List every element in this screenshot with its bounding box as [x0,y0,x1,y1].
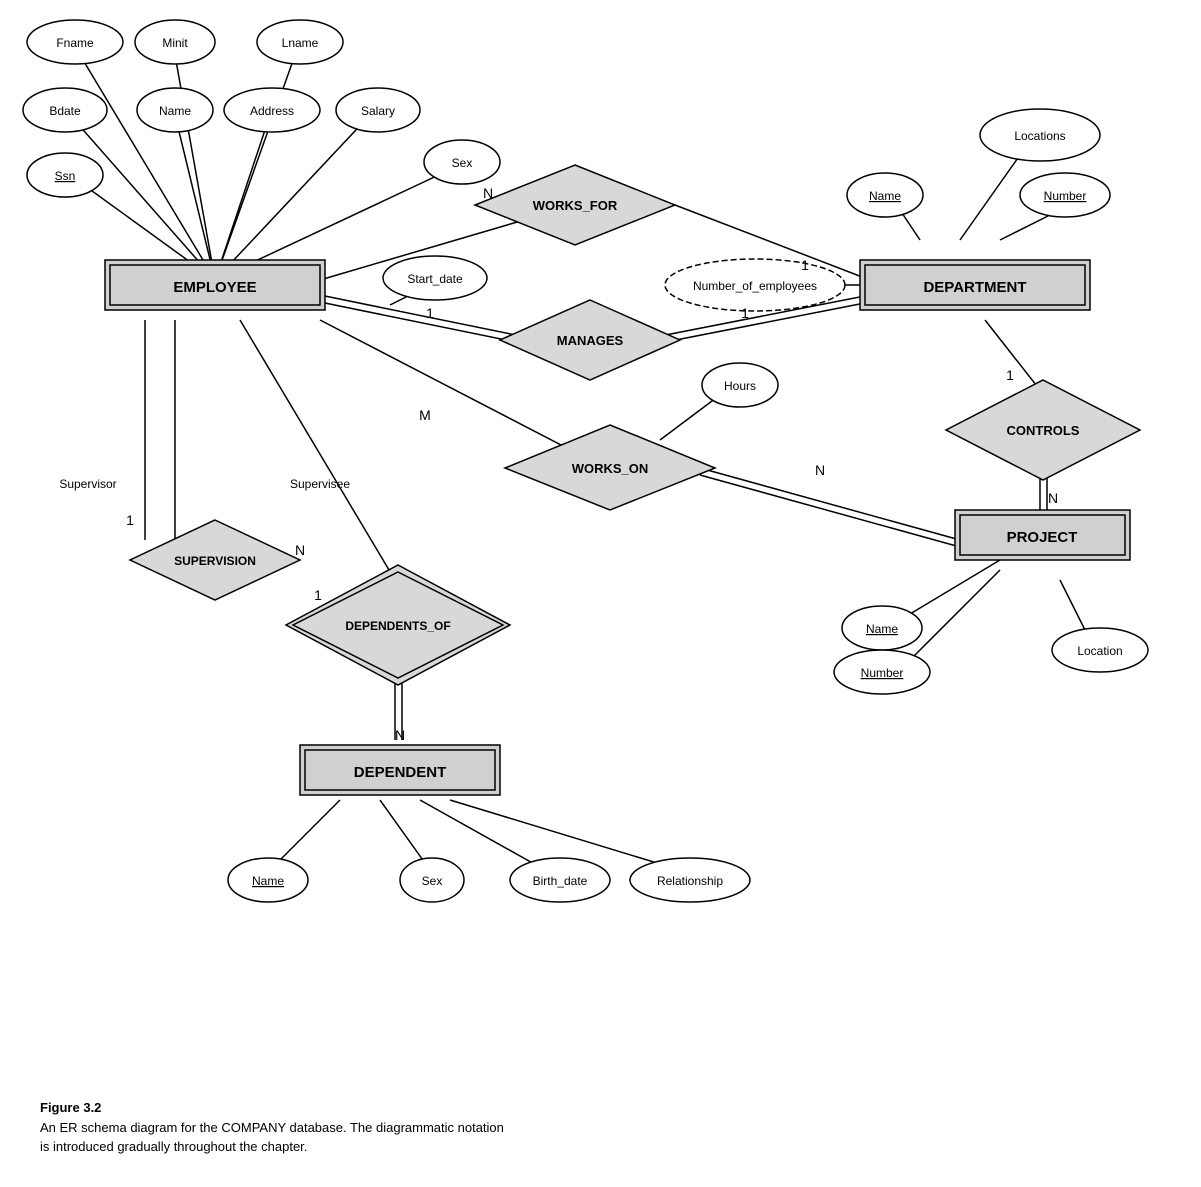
department-label: DEPARTMENT [923,279,1026,296]
cardinality-1-supervision-sup: 1 [126,512,134,528]
dep-sex-attr: Sex [422,874,443,888]
cardinality-1-controls-dept: 1 [1006,367,1014,383]
dependent-label: DEPENDENT [354,764,447,781]
er-diagram-svg: EMPLOYEE DEPARTMENT PROJECT DEPENDENT WO… [0,0,1201,1100]
birth-date-attr: Birth_date [533,874,588,888]
relationship-attr: Relationship [657,874,723,888]
proj-number-attr: Number [861,666,904,680]
minit-attr: Minit [162,36,188,50]
employee-label: EMPLOYEE [173,279,256,296]
figure-caption: Figure 3.2 An ER schema diagram for the … [20,1090,1201,1177]
bdate-attr: Bdate [49,104,81,118]
supervision-label: SUPERVISION [174,554,256,568]
dept-number-attr: Number [1044,189,1087,203]
caption-line2: is introduced gradually throughout the c… [40,1137,1201,1157]
dep-name-attr: Name [252,874,284,888]
cardinality-n-dependents: N [395,727,405,743]
supervisor-label: Supervisor [59,477,116,491]
caption-line1: An ER schema diagram for the COMPANY dat… [40,1118,1201,1138]
manages-label: MANAGES [557,333,624,348]
cardinality-n-controls-proj: N [1048,490,1058,506]
figure-title: Figure 3.2 [40,1098,1201,1118]
controls-label: CONTROLS [1007,423,1080,438]
location-attr: Location [1077,644,1122,658]
name-emp-attr: Name [159,104,191,118]
lname-attr: Lname [282,36,319,50]
cardinality-1-works-for-dept: 1 [801,257,809,273]
hours-attr: Hours [724,379,756,393]
sex-emp-attr: Sex [452,156,473,170]
works-on-label: WORKS_ON [572,461,649,476]
fname-attr: Fname [56,36,94,50]
cardinality-m-works-on-emp: M [419,407,431,423]
salary-attr: Salary [361,104,395,118]
cardinality-1-manages-dept: 1 [741,305,749,321]
er-diagram-container: EMPLOYEE DEPARTMENT PROJECT DEPENDENT WO… [0,0,1201,1100]
proj-name-attr: Name [866,622,898,636]
address-attr: Address [250,104,294,118]
num-employees-attr: Number_of_employees [693,279,817,293]
cardinality-n-works-on-proj: N [815,462,825,478]
cardinality-1-dependents-emp: 1 [314,587,322,603]
cardinality-n-supervision-sup: N [295,542,305,558]
cardinality-1-manages-emp: 1 [426,305,434,321]
works-for-label: WORKS_FOR [533,198,618,213]
locations-attr: Locations [1014,129,1065,143]
supervisee-label: Supervisee [290,477,350,491]
start-date-attr: Start_date [407,272,463,286]
dependents-of-label: DEPENDENTS_OF [345,619,450,633]
cardinality-n-works-for-emp: N [483,185,493,201]
project-label: PROJECT [1007,529,1078,546]
ssn-attr: Ssn [55,169,76,183]
dept-name-attr: Name [869,189,901,203]
